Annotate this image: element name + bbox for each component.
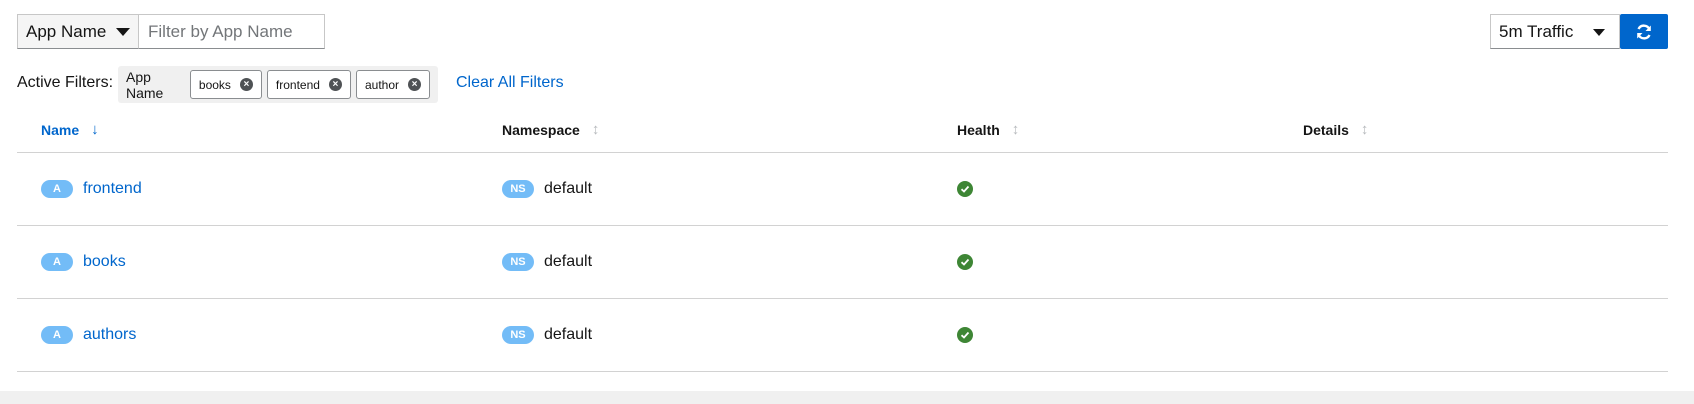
app-badge: A: [41, 253, 73, 271]
namespace-cell: NS default: [502, 299, 592, 371]
refresh-button[interactable]: [1620, 14, 1668, 49]
clear-all-filters-link[interactable]: Clear All Filters: [456, 74, 564, 92]
check-circle-icon[interactable]: [957, 181, 973, 197]
column-header-label: Details: [1303, 121, 1349, 138]
namespace-value: default: [544, 180, 593, 197]
check-circle-icon[interactable]: [957, 327, 973, 343]
app-badge: A: [41, 180, 73, 198]
applications-table: Name ↓ Namespace ↕ Health ↕ Details ↕ A …: [17, 106, 1668, 372]
namespace-cell: NS default: [502, 153, 592, 225]
chip-label: author: [364, 77, 399, 92]
close-circle-icon[interactable]: ×: [239, 78, 253, 91]
app-badge: A: [41, 326, 73, 344]
filter-chip: books ×: [189, 70, 262, 99]
column-header-label: Namespace: [502, 121, 580, 138]
filter-input[interactable]: [138, 14, 325, 49]
namespace-badge: NS: [502, 326, 534, 344]
column-header-health[interactable]: Health ↕: [957, 106, 1019, 153]
chip-group-label: App Name: [126, 68, 164, 101]
sort-icon: ↕: [1360, 121, 1369, 138]
table-row: A books NS default: [17, 226, 1668, 299]
column-header-label: Name: [41, 121, 80, 138]
namespace-cell: NS default: [502, 226, 592, 298]
namespace-value: default: [544, 326, 593, 343]
sort-icon: ↕: [591, 121, 600, 138]
chevron-down-icon: [1593, 29, 1605, 36]
app-cell: A frontend: [41, 153, 142, 225]
table-header: Name ↓ Namespace ↕ Health ↕ Details ↕: [17, 106, 1668, 153]
column-header-label: Health: [957, 121, 1000, 138]
namespace-value: default: [544, 253, 593, 270]
chip-label: books: [198, 77, 231, 92]
health-cell: [957, 153, 973, 225]
chevron-down-icon: [116, 28, 130, 36]
app-cell: A authors: [41, 299, 136, 371]
filter-type-dropdown[interactable]: App Name: [17, 14, 139, 49]
traffic-label: 5m Traffic: [1499, 21, 1574, 41]
table-row: A authors NS default: [17, 299, 1668, 372]
app-link[interactable]: books: [83, 253, 126, 271]
app-link[interactable]: authors: [83, 326, 136, 344]
sort-desc-icon: ↓: [91, 121, 99, 138]
refresh-icon: [1637, 23, 1651, 40]
app-link[interactable]: frontend: [83, 180, 142, 198]
filter-chip: author ×: [355, 70, 430, 99]
chip-group: App Name books × frontend × author ×: [118, 66, 438, 103]
check-circle-icon[interactable]: [957, 254, 973, 270]
health-cell: [957, 226, 973, 298]
filter-chip: frontend ×: [266, 70, 351, 99]
namespace-badge: NS: [502, 180, 534, 198]
sort-icon: ↕: [1011, 121, 1020, 138]
namespace-badge: NS: [502, 253, 534, 271]
column-header-name[interactable]: Name ↓: [41, 106, 99, 153]
applications-panel: App Name 5m Traffic Active Filters: App …: [0, 0, 1694, 391]
column-header-namespace[interactable]: Namespace ↕: [502, 106, 599, 153]
table-row: A frontend NS default: [17, 153, 1668, 226]
column-header-details[interactable]: Details ↕: [1303, 106, 1368, 153]
chip-label: frontend: [275, 77, 320, 92]
close-circle-icon[interactable]: ×: [408, 78, 421, 91]
close-circle-icon[interactable]: ×: [328, 78, 342, 91]
app-cell: A books: [41, 226, 126, 298]
filter-type-label: App Name: [26, 21, 107, 41]
traffic-dropdown[interactable]: 5m Traffic: [1490, 14, 1620, 49]
active-filters-label: Active Filters:: [17, 74, 114, 91]
health-cell: [957, 299, 973, 371]
